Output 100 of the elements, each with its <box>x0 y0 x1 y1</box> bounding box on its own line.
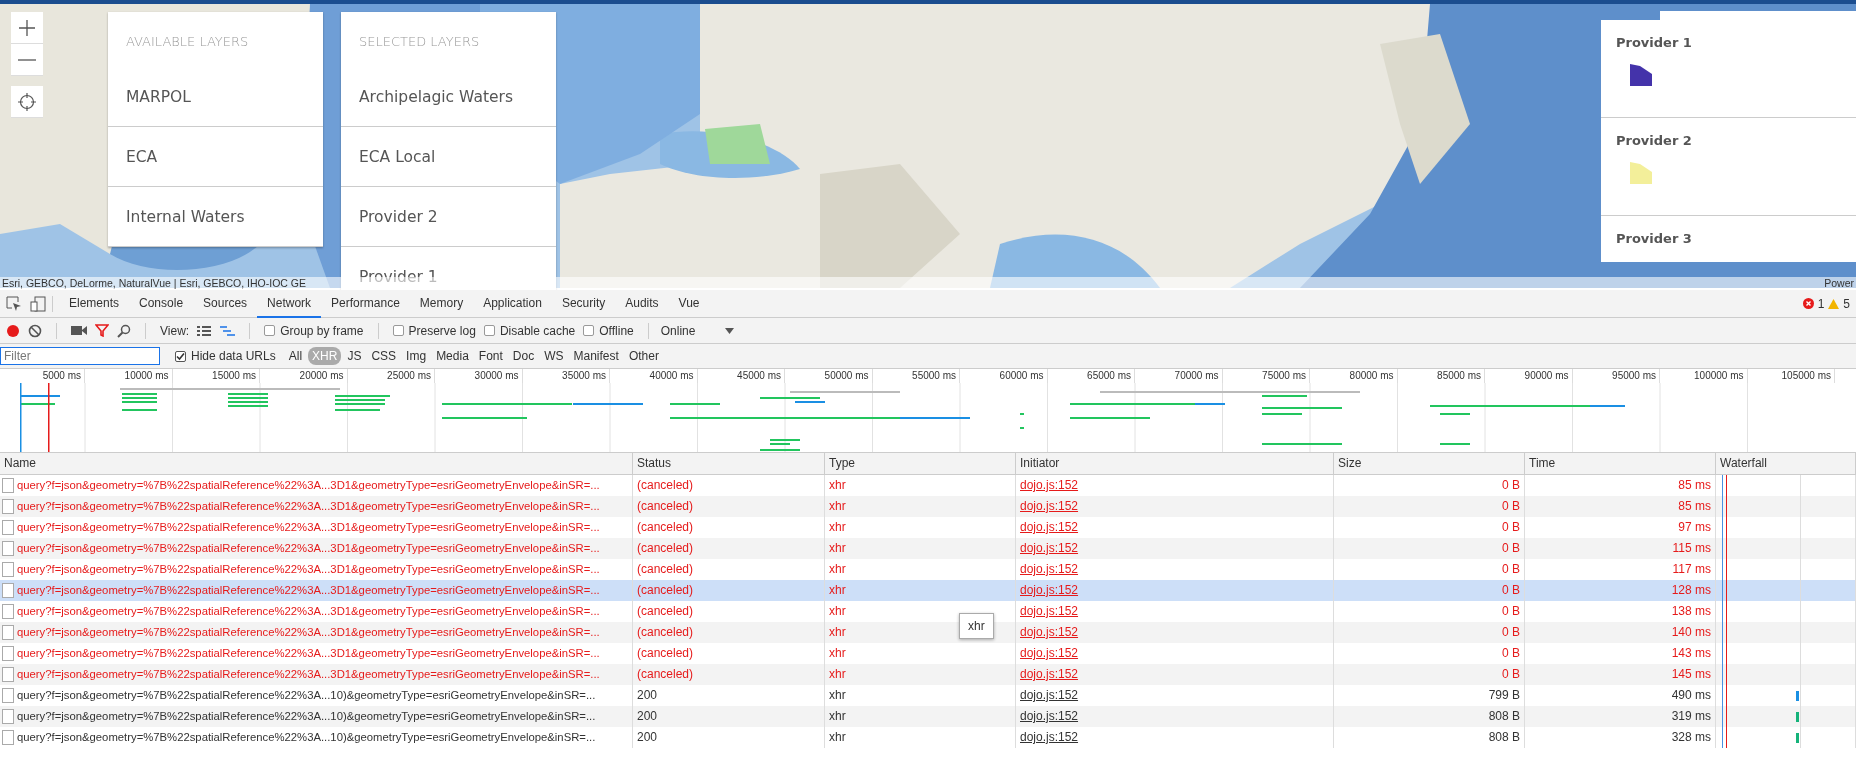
time-tick: 20000 ms <box>260 369 348 383</box>
layer-item[interactable]: ECA <box>108 127 323 187</box>
request-name[interactable]: query?f=json&geometry=%7B%22spatialReference%22%3A...3D1&geometryType=esriGeometryEnvelope&inSR=... <box>17 517 600 538</box>
column-header[interactable]: Status <box>633 453 825 474</box>
request-name[interactable]: query?f=json&geometry=%7B%22spatialReference%22%3A...10)&geometryType=esriGeometryEnvelope&inSR=... <box>17 706 596 727</box>
type-filter[interactable]: CSS <box>367 347 401 365</box>
devtools-tab[interactable]: Sources <box>193 289 258 318</box>
initiator-link[interactable]: dojo.js:152 <box>1020 688 1079 702</box>
filter-icon[interactable] <box>95 324 109 337</box>
devtools-tab[interactable]: Performance <box>321 289 410 318</box>
time-text: 328 ms <box>1671 730 1711 744</box>
waterfall-view-icon[interactable] <box>220 325 236 336</box>
initiator-link[interactable]: dojo.js:152 <box>1020 604 1079 618</box>
checkbox[interactable] <box>483 325 495 336</box>
time-text: 97 ms <box>1678 520 1711 534</box>
type-text: xhr <box>829 604 846 618</box>
type-filter[interactable]: JS <box>343 347 366 365</box>
initiator-link[interactable]: dojo.js:152 <box>1020 520 1079 534</box>
checkbox[interactable] <box>392 325 404 336</box>
column-header[interactable]: Type <box>825 453 1016 474</box>
devtools-tab[interactable]: Vue <box>668 289 710 318</box>
initiator-link[interactable]: dojo.js:152 <box>1020 625 1079 639</box>
filter-field[interactable]: Filter <box>0 347 160 365</box>
request-name[interactable]: query?f=json&geometry=%7B%22spatialReference%22%3A...3D1&geometryType=esriGeometryEnvelope&inSR=... <box>17 496 600 517</box>
throttle-dropdown[interactable]: Online <box>660 323 696 338</box>
time-tick: 15000 ms <box>172 369 260 383</box>
record-button[interactable] <box>6 323 20 338</box>
panel-title: AVAILABLE LAYERS <box>125 33 250 51</box>
checkbox[interactable] <box>583 325 595 336</box>
initiator-link[interactable]: dojo.js:152 <box>1020 562 1079 576</box>
initiator-link[interactable]: dojo.js:152 <box>1020 730 1079 744</box>
clear-icon[interactable] <box>28 323 42 338</box>
status-text: 200 <box>637 730 658 744</box>
column-header[interactable]: Time <box>1525 453 1716 474</box>
type-filter[interactable]: Img <box>402 347 431 365</box>
layer-item[interactable]: Archipelagic Waters <box>341 67 556 127</box>
status-text: (canceled) <box>637 583 694 597</box>
request-name[interactable]: query?f=json&geometry=%7B%22spatialReference%22%3A...3D1&geometryType=esriGeometryEnvelope&inSR=... <box>17 475 600 496</box>
request-name[interactable]: query?f=json&geometry=%7B%22spatialReference%22%3A...3D1&geometryType=esriGeometryEnvelope&inSR=... <box>17 664 600 685</box>
type-filter[interactable]: All <box>284 347 307 365</box>
initiator-link[interactable]: dojo.js:152 <box>1020 499 1079 513</box>
initiator-link[interactable]: dojo.js:152 <box>1020 667 1079 681</box>
devtools-tab[interactable]: Elements <box>59 289 130 318</box>
type-filter[interactable]: Font <box>474 347 507 365</box>
checkbox[interactable] <box>175 350 186 362</box>
time-tick: 95000 ms <box>1572 369 1660 383</box>
zoom-out-button[interactable] <box>11 44 43 76</box>
powered-by-text: Power <box>1823 277 1855 290</box>
column-header[interactable]: Size <box>1334 453 1525 474</box>
request-name[interactable]: query?f=json&geometry=%7B%22spatialReference%22%3A...3D1&geometryType=esriGeometryEnvelope&inSR=... <box>17 643 600 664</box>
request-name[interactable]: query?f=json&geometry=%7B%22spatialReference%22%3A...3D1&geometryType=esriGeometryEnvelope&inSR=... <box>17 559 600 580</box>
zoom-in-button[interactable] <box>11 12 43 44</box>
column-header[interactable]: Waterfall <box>1716 453 1856 474</box>
panel-title: SELECTED LAYERS <box>358 33 481 51</box>
layer-item[interactable]: Provider 2 <box>341 187 556 247</box>
request-name[interactable]: query?f=json&geometry=%7B%22spatialReference%22%3A...10)&geometryType=esriGeometryEnvelope&inSR=... <box>17 685 596 706</box>
type-filter[interactable]: Doc <box>508 347 539 365</box>
status-text: (canceled) <box>637 541 694 555</box>
layer-item[interactable]: ECA Local <box>341 127 556 187</box>
type-filter[interactable]: WS <box>540 347 568 365</box>
status-text: (canceled) <box>637 604 694 618</box>
type-filter[interactable]: Media <box>432 347 473 365</box>
inspect-icon[interactable] <box>6 295 22 312</box>
request-name[interactable]: query?f=json&geometry=%7B%22spatialReference%22%3A...10)&geometryType=esriGeometryEnvelope&inSR=... <box>17 727 596 748</box>
request-name[interactable]: query?f=json&geometry=%7B%22spatialReference%22%3A...3D1&geometryType=esriGeometryEnvelope&inSR=... <box>17 538 600 559</box>
request-name[interactable]: query?f=json&geometry=%7B%22spatialReference%22%3A...3D1&geometryType=esriGeometryEnvelope&inSR=... <box>17 622 600 643</box>
column-header[interactable]: Name <box>0 453 633 474</box>
devtools-tab[interactable]: Console <box>129 289 194 318</box>
devtools-tab[interactable]: Application <box>473 289 552 318</box>
device-icon[interactable] <box>30 295 46 312</box>
time-tick: 80000 ms <box>1310 369 1398 383</box>
list-view-icon[interactable] <box>197 325 213 336</box>
time-text: 138 ms <box>1671 604 1711 618</box>
size-text: 0 B <box>1502 583 1520 597</box>
legend-label: Provider 1 <box>1616 35 1693 50</box>
caret-icon[interactable] <box>725 327 735 334</box>
devtools-tab[interactable]: Security <box>551 289 616 318</box>
camera-icon[interactable] <box>71 325 87 336</box>
devtools-tab[interactable]: Memory <box>409 289 474 318</box>
initiator-link[interactable]: dojo.js:152 <box>1020 478 1079 492</box>
time-tick: 50000 ms <box>785 369 873 383</box>
locate-button[interactable] <box>11 86 43 118</box>
layer-item[interactable]: Internal Waters <box>108 187 323 247</box>
time-text: 319 ms <box>1671 709 1711 723</box>
search-icon[interactable] <box>117 323 131 338</box>
time-tick: 100000 ms <box>1660 369 1748 383</box>
column-header[interactable]: Initiator <box>1016 453 1334 474</box>
type-filter[interactable]: Manifest <box>569 347 623 365</box>
tooltip: xhr <box>959 613 994 639</box>
layer-item[interactable]: MARPOL <box>108 67 323 127</box>
devtools-tab[interactable]: Audits <box>615 289 669 318</box>
checkbox[interactable] <box>264 325 276 336</box>
initiator-link[interactable]: dojo.js:152 <box>1020 541 1079 555</box>
plus-icon <box>18 18 36 37</box>
time-text: 117 ms <box>1672 562 1711 576</box>
request-name[interactable]: query?f=json&geometry=%7B%22spatialReference%22%3A...3D1&geometryType=esriGeometryEnvelope&inSR=... <box>17 601 600 622</box>
type-filter[interactable]: Other <box>624 347 663 365</box>
initiator-link[interactable]: dojo.js:152 <box>1020 646 1079 660</box>
time-text: 490 ms <box>1671 688 1711 702</box>
initiator-link[interactable]: dojo.js:152 <box>1020 709 1079 723</box>
